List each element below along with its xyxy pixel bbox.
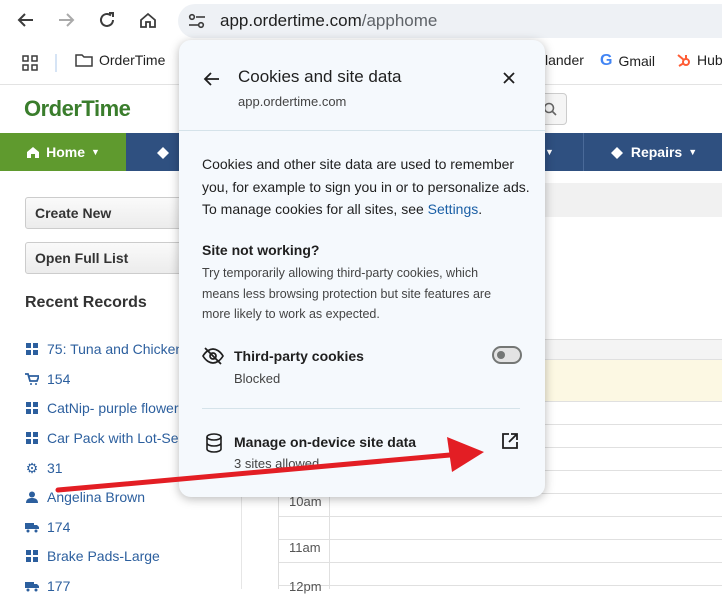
gear-icon: ⚙ (25, 459, 39, 476)
calendar-time-label: 11am (289, 540, 321, 555)
create-new-button[interactable]: Create New (25, 197, 195, 229)
cookies-description: Cookies and other site data are used to … (202, 153, 532, 221)
cookies-site-data-popup: Cookies and site data app.ordertime.com … (179, 40, 545, 497)
calendar-row-line (279, 562, 722, 563)
recent-record-label: 75: Tuna and Chicken (47, 341, 184, 357)
url-path: /apphome (361, 11, 438, 30)
home-icon (140, 12, 156, 28)
truck-icon (25, 579, 39, 593)
recent-record[interactable]: 154 (25, 369, 70, 389)
recent-record[interactable]: Brake Pads-Large (25, 546, 160, 566)
recent-record[interactable]: CatNip- purple flower (25, 398, 179, 418)
recent-record-label: CatNip- purple flower (47, 400, 179, 416)
recent-records-title: Recent Records (25, 294, 147, 311)
recent-record[interactable]: Angelina Brown (25, 487, 145, 507)
calendar-time-label: 12pm (289, 579, 322, 594)
toggle-knob (497, 351, 505, 359)
nav-item-partial[interactable] (155, 133, 177, 171)
site-not-working-description: Try temporarily allowing third-party coo… (202, 266, 492, 321)
calendar-row-line (279, 539, 722, 540)
close-icon[interactable] (501, 70, 517, 86)
third-party-cookies-label: Third-party cookies (234, 348, 364, 364)
caret-down-icon: ▼ (545, 147, 554, 157)
open-full-list-button[interactable]: Open Full List (25, 242, 195, 274)
home-icon (27, 147, 40, 158)
reload-icon (100, 12, 114, 27)
search-icon (543, 102, 557, 116)
url-text[interactable]: app.ordertime.com/apphome (220, 11, 437, 31)
caret-down-icon: ▼ (90, 147, 100, 157)
recent-record[interactable]: 174 (25, 517, 70, 537)
logo-text: OrderTime (24, 96, 131, 121)
database-icon (206, 433, 222, 453)
recent-record[interactable]: 177 (25, 576, 70, 596)
apps-grid-icon[interactable] (22, 55, 38, 71)
recent-record-label: 31 (47, 460, 63, 476)
user-icon (25, 490, 39, 504)
folder-icon (75, 54, 93, 67)
grid-icon (25, 342, 39, 356)
nav-repairs-label: Repairs (630, 144, 683, 160)
bookmark-lander[interactable]: lander (545, 52, 584, 68)
third-party-cookies-status: Blocked (234, 371, 281, 386)
reload-button[interactable] (92, 5, 122, 35)
calendar-row-line (279, 516, 722, 517)
nav-repairs[interactable]: Repairs ▼ (583, 133, 722, 171)
recent-record-label: Brake Pads-Large (47, 548, 160, 564)
nav-home[interactable]: Home ▼ (0, 133, 126, 171)
recent-record-label: 174 (47, 519, 71, 535)
open-full-list-label: Open Full List (35, 250, 129, 266)
recent-record-label: 177 (47, 578, 71, 594)
grid-icon (25, 549, 39, 563)
recent-record[interactable]: Car Pack with Lot-Ser (25, 428, 183, 448)
truck-icon (25, 520, 39, 534)
bookmark-ordertime[interactable]: OrderTime (75, 52, 165, 68)
settings-link[interactable]: Settings (428, 201, 479, 217)
bookmark-divider (55, 54, 57, 72)
bookmark-label: Gmail (618, 53, 656, 69)
popup-divider (202, 408, 520, 409)
bookmark-gmail[interactable]: G Gmail (600, 52, 655, 70)
cart-icon (25, 372, 39, 386)
app-logo[interactable]: OrderTime (24, 96, 131, 122)
url-host: app.ordertime.com (220, 11, 362, 30)
ticket-icon (157, 147, 169, 159)
recent-record-label: Car Pack with Lot-Ser (47, 430, 184, 446)
bookmark-label: OrderTime (99, 52, 166, 68)
back-button[interactable] (11, 5, 41, 35)
recent-record-label: 154 (47, 371, 71, 387)
recent-record[interactable]: 75: Tuna and Chicken (25, 339, 183, 359)
recent-record[interactable]: ⚙ 31 (25, 458, 63, 478)
forward-button[interactable] (51, 5, 81, 35)
grid-icon (25, 431, 39, 445)
google-icon: G (600, 52, 613, 69)
home-button[interactable] (133, 5, 163, 35)
grid-icon (25, 401, 39, 415)
caret-down-icon: ▼ (688, 147, 698, 157)
third-party-cookies-toggle[interactable] (492, 346, 522, 364)
recent-record-label: Angelina Brown (47, 489, 146, 505)
manage-site-data-label[interactable]: Manage on-device site data (234, 434, 416, 450)
site-not-working-title: Site not working? (202, 242, 320, 258)
eye-off-icon (202, 347, 224, 365)
create-new-label: Create New (35, 205, 112, 221)
nav-dropdown-caret[interactable]: ▼ (545, 133, 559, 171)
nav-home-label: Home (46, 144, 85, 160)
back-arrow-icon[interactable] (203, 70, 221, 88)
bookmark-hub[interactable]: Hub (675, 52, 722, 68)
arrow-left-icon (17, 13, 33, 27)
ticket-icon (610, 147, 623, 159)
description-end: . (478, 201, 483, 217)
hubspot-icon (677, 54, 690, 67)
calendar-row-line (279, 585, 722, 586)
manage-site-data-status: 3 sites allowed (234, 456, 320, 471)
site-settings-icon[interactable] (188, 13, 206, 29)
popup-domain: app.ordertime.com (238, 94, 347, 109)
arrow-right-icon (59, 13, 75, 27)
external-link-icon[interactable] (501, 432, 519, 450)
bookmark-label: lander (545, 52, 584, 68)
popup-header: Cookies and site data app.ordertime.com (179, 40, 545, 131)
popup-title: Cookies and site data (238, 67, 402, 86)
bookmark-label: Hub (697, 52, 722, 68)
